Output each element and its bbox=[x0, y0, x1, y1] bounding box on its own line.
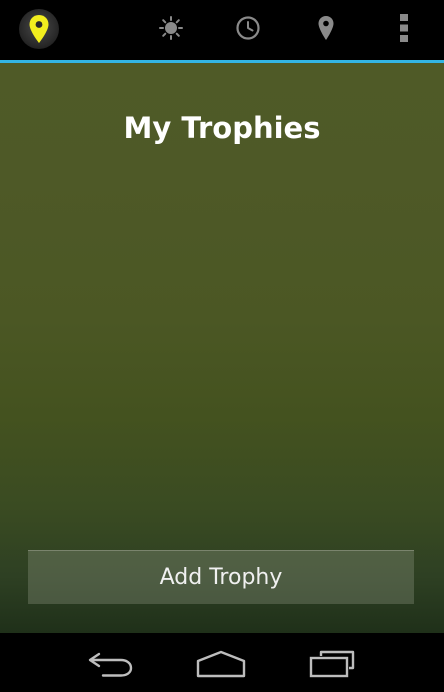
overflow-menu-icon[interactable] bbox=[390, 14, 418, 42]
recent-apps-icon[interactable] bbox=[306, 649, 358, 679]
add-trophy-button[interactable]: Add Trophy bbox=[28, 550, 414, 604]
trophies-content: My Trophies Add Trophy bbox=[0, 63, 444, 633]
map-pin-icon[interactable] bbox=[19, 9, 59, 49]
sun-icon[interactable] bbox=[157, 14, 185, 42]
home-icon[interactable] bbox=[195, 649, 247, 679]
system-nav-bar bbox=[0, 633, 444, 692]
action-bar bbox=[0, 0, 444, 60]
page-title: My Trophies bbox=[123, 111, 321, 145]
clock-icon[interactable] bbox=[234, 14, 262, 42]
location-pin-icon[interactable] bbox=[312, 14, 340, 42]
back-icon[interactable] bbox=[84, 649, 136, 679]
app-screen: My Trophies Add Trophy bbox=[0, 0, 444, 692]
